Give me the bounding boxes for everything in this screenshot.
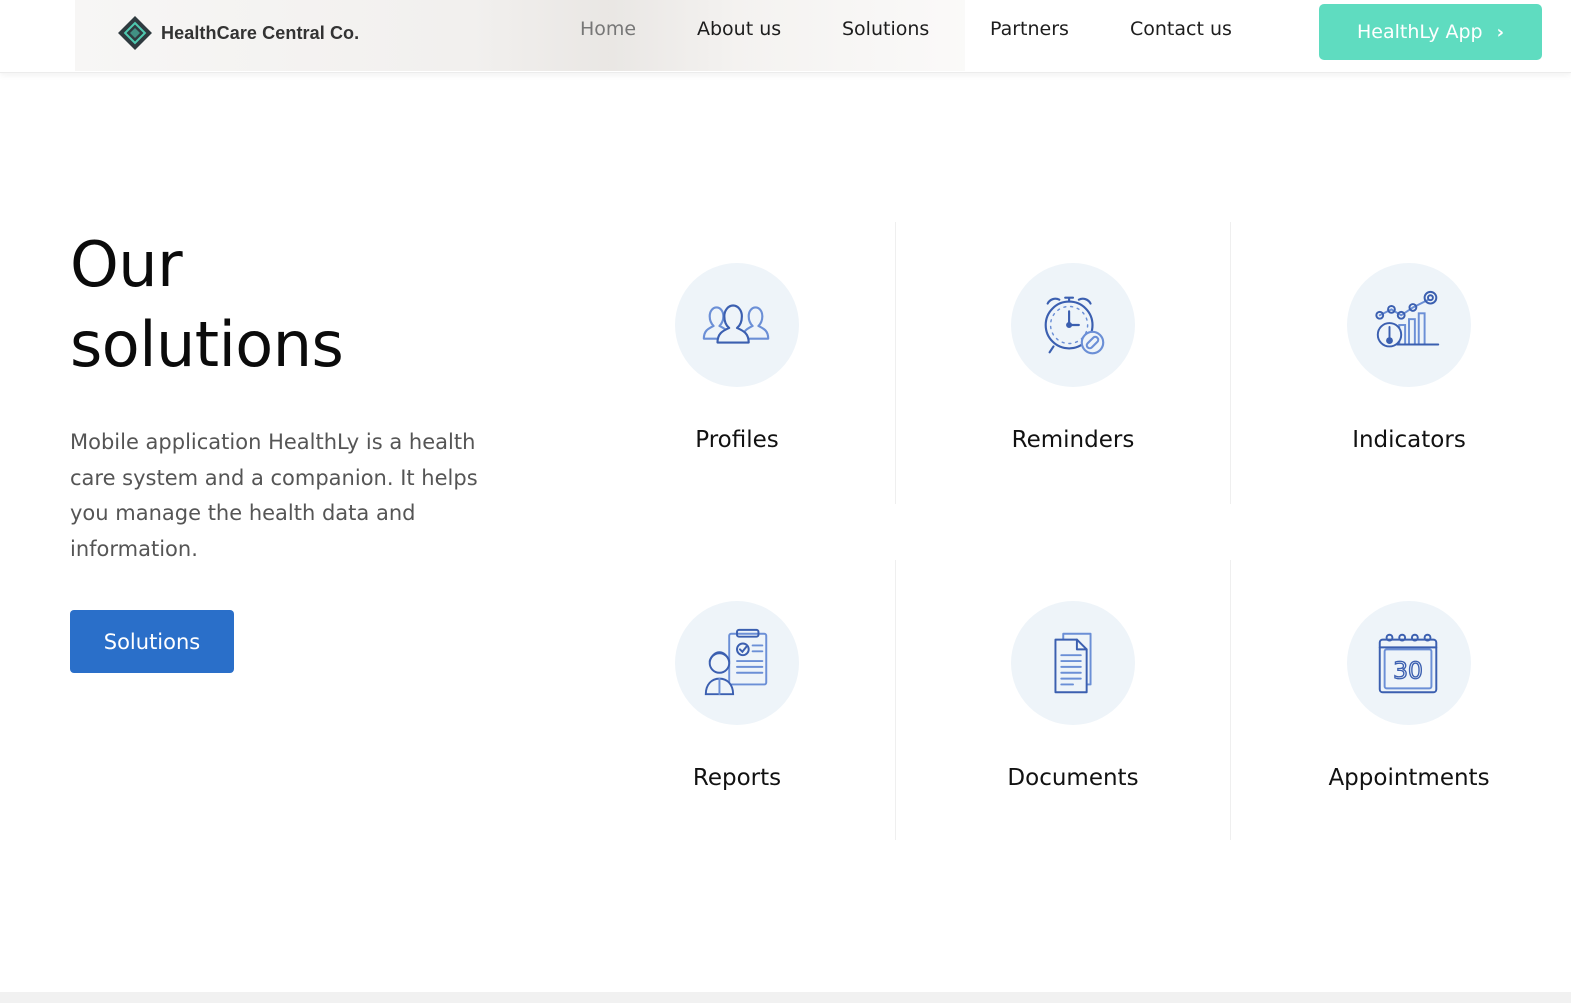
nav-item-solutions[interactable]: Solutions <box>842 18 929 40</box>
nav-item-home[interactable]: Home <box>580 18 636 40</box>
brand-logo-icon <box>118 16 152 50</box>
page-title-line1: Our <box>70 228 183 301</box>
solution-card-profiles[interactable]: Profiles <box>570 222 904 502</box>
report-icon <box>704 628 768 696</box>
solution-label: Documents <box>1007 765 1139 791</box>
solution-label: Reports <box>692 765 782 791</box>
icon-circle: 30 <box>1347 601 1471 725</box>
solution-card-reports[interactable]: Reports <box>570 560 904 840</box>
solution-label: Reminders <box>1011 427 1135 453</box>
svg-text:30: 30 <box>1393 657 1423 685</box>
brand-name: HealthCare Central Co. <box>161 22 360 43</box>
solutions-button[interactable]: Solutions <box>70 610 234 673</box>
page-title: Our solutions <box>70 225 510 385</box>
solution-card-appointments[interactable]: 30 Appointments <box>1242 560 1571 840</box>
healthly-app-button[interactable]: HealthLy App › <box>1319 4 1542 60</box>
calendar-icon: 30 <box>1378 633 1438 694</box>
solutions-grid: Profiles Reminders Indicators Reports Do… <box>570 222 1571 842</box>
icon-circle <box>675 601 799 725</box>
solution-label: Profiles <box>695 427 779 453</box>
solution-card-documents[interactable]: Documents <box>906 560 1240 840</box>
chevron-right-icon: › <box>1496 21 1505 43</box>
nav-item-partners[interactable]: Partners <box>990 18 1069 40</box>
alarm-clock-icon <box>1044 296 1105 355</box>
solution-card-indicators[interactable]: Indicators <box>1242 222 1571 502</box>
nav-item-about-us[interactable]: About us <box>697 18 781 40</box>
brand[interactable]: HealthCare Central Co. <box>117 14 359 52</box>
icon-circle <box>1347 263 1471 387</box>
site-header: HealthCare Central Co. Home About us Sol… <box>0 0 1571 73</box>
users-icon <box>702 304 770 344</box>
icon-circle <box>675 263 799 387</box>
solution-label: Indicators <box>1352 427 1466 453</box>
icon-circle <box>1011 263 1135 387</box>
nav-item-contact-us[interactable]: Contact us <box>1130 18 1232 40</box>
icon-circle <box>1011 601 1135 725</box>
hero-description: Mobile application HealthLy is a health … <box>70 430 478 561</box>
documents-icon <box>1054 632 1092 694</box>
page-title-line2: solutions <box>70 308 344 381</box>
healthly-app-button-label: HealthLy App <box>1356 21 1483 43</box>
footer-strip <box>0 992 1571 1003</box>
solution-label: Appointments <box>1328 765 1490 791</box>
indicators-chart-icon <box>1375 290 1440 348</box>
solution-card-reminders[interactable]: Reminders <box>906 222 1240 502</box>
